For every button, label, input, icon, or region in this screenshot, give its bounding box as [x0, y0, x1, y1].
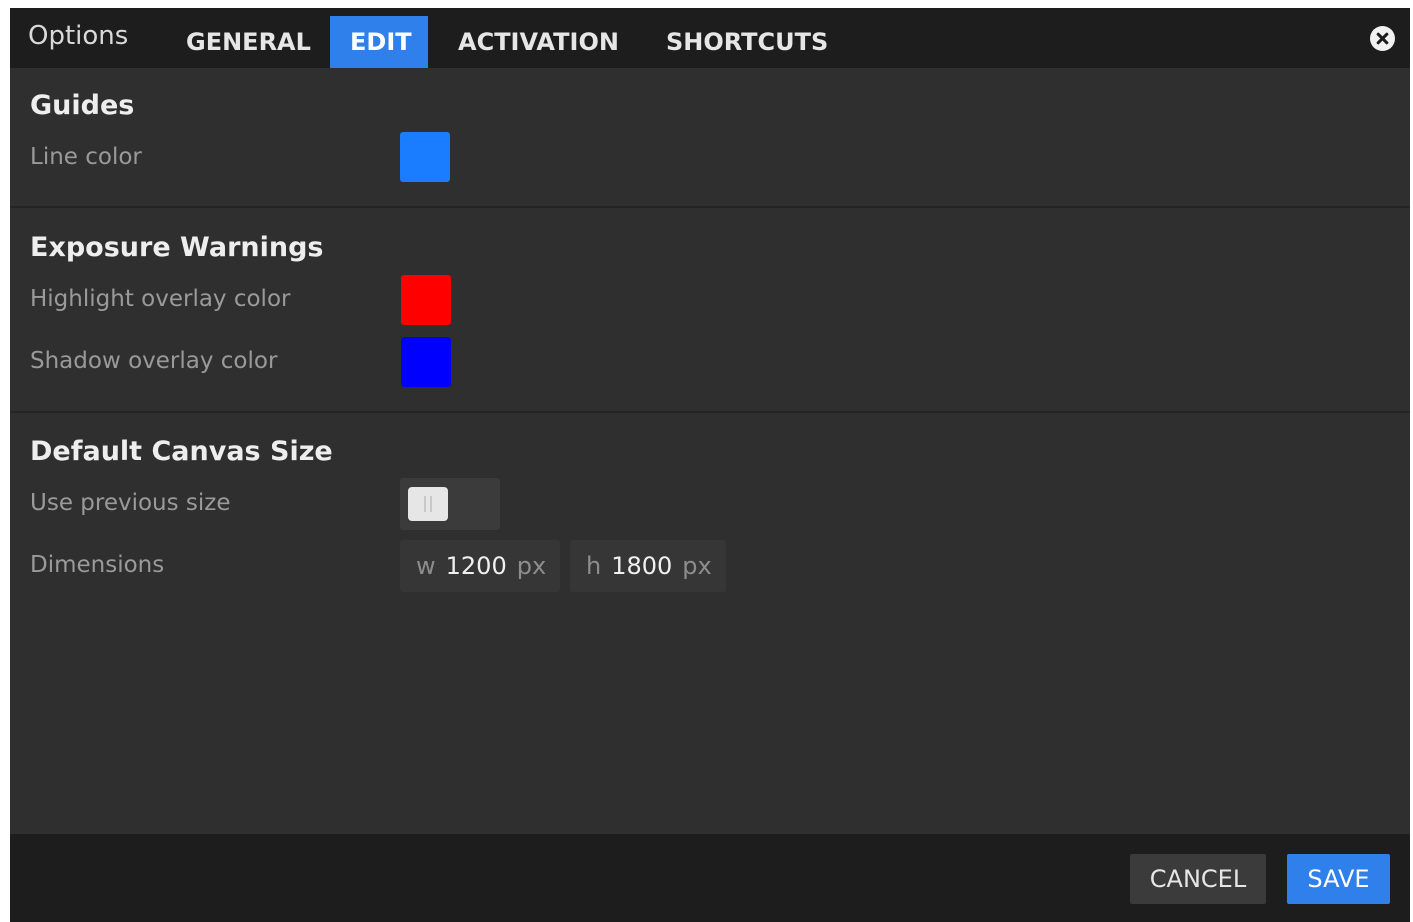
highlight-color-swatch[interactable]: [401, 275, 451, 325]
tab-edit[interactable]: EDIT: [330, 16, 428, 68]
height-value[interactable]: 1800: [611, 552, 672, 580]
width-prefix: w: [416, 552, 436, 580]
line-color-label: Line color: [30, 144, 142, 170]
options-dialog: Options GENERAL EDIT ACTIVATION SHORTCUT…: [10, 8, 1410, 922]
height-unit: px: [682, 552, 712, 580]
shadow-color-swatch[interactable]: [401, 337, 451, 387]
use-previous-size-toggle[interactable]: [400, 478, 500, 530]
height-prefix: h: [586, 552, 602, 580]
line-color-swatch[interactable]: [400, 132, 450, 182]
tab-activation[interactable]: ACTIVATION: [438, 16, 634, 68]
tab-shortcuts[interactable]: SHORTCUTS: [646, 16, 836, 68]
use-previous-size-label: Use previous size: [30, 490, 231, 516]
close-icon[interactable]: [1370, 26, 1395, 51]
dialog-title: Options: [28, 21, 129, 51]
shadow-overlay-label: Shadow overlay color: [30, 348, 278, 374]
highlight-overlay-label: Highlight overlay color: [30, 286, 291, 312]
tab-general[interactable]: GENERAL: [166, 16, 318, 68]
height-input[interactable]: h 1800 px: [570, 540, 726, 592]
dialog-footer: CANCEL SAVE: [10, 834, 1410, 922]
width-unit: px: [516, 552, 547, 580]
title-bar: Options GENERAL EDIT ACTIVATION SHORTCUT…: [10, 8, 1410, 68]
guides-section-title: Guides: [30, 90, 135, 121]
section-divider: [10, 206, 1410, 208]
dimensions-label: Dimensions: [30, 552, 165, 578]
section-divider: [10, 411, 1410, 413]
cancel-button[interactable]: CANCEL: [1130, 854, 1266, 904]
toggle-knob[interactable]: [408, 487, 448, 521]
save-button[interactable]: SAVE: [1287, 854, 1390, 904]
width-input[interactable]: w 1200 px: [400, 540, 560, 592]
exposure-section-title: Exposure Warnings: [30, 232, 324, 263]
width-value[interactable]: 1200: [446, 552, 507, 580]
canvas-section-title: Default Canvas Size: [30, 436, 333, 467]
